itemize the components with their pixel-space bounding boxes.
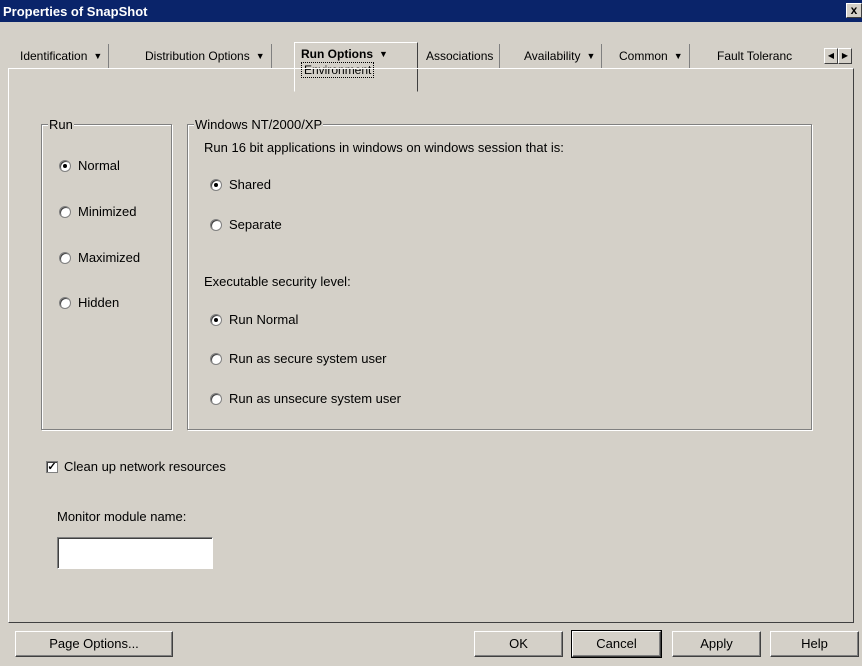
run-normal-radio[interactable]: Normal (59, 158, 120, 173)
radio-indicator[interactable] (210, 178, 222, 191)
run-group: Run Normal Minimized Maximized Hidden (41, 117, 172, 430)
tab-distribution-options[interactable]: Distribution Options ▼ (139, 44, 272, 68)
radio-indicator[interactable] (59, 159, 71, 172)
run-maximized-radio[interactable]: Maximized (59, 250, 140, 265)
radio-indicator[interactable] (210, 392, 222, 405)
tab-label: Run Options (301, 47, 373, 61)
radio-label: Run as secure system user (229, 351, 387, 366)
run-hidden-radio[interactable]: Hidden (59, 295, 119, 310)
radio-indicator[interactable] (210, 218, 222, 231)
tab-fault-tolerance[interactable]: Fault Toleranc (711, 44, 820, 68)
page-options-button[interactable]: Page Options... (15, 631, 173, 657)
security-unsecure-user-radio[interactable]: Run as unsecure system user (210, 391, 401, 406)
radio-label: Separate (229, 217, 282, 232)
session-prompt: Run 16 bit applications in windows on wi… (204, 140, 564, 155)
radio-label: Hidden (78, 295, 120, 310)
chevron-down-icon[interactable]: ▼ (379, 49, 388, 59)
chevron-down-icon[interactable]: ▼ (93, 51, 102, 61)
chevron-down-icon[interactable]: ▼ (586, 51, 595, 61)
help-button[interactable]: Help (770, 631, 859, 657)
session-separate-radio[interactable]: Separate (210, 217, 282, 232)
radio-label: Shared (229, 177, 271, 192)
tab-label: Identification (20, 49, 88, 63)
monitor-module-label: Monitor module name: (57, 509, 187, 524)
radio-indicator[interactable] (210, 313, 222, 326)
chevron-down-icon[interactable]: ▼ (674, 51, 683, 61)
session-shared-radio[interactable]: Shared (210, 177, 271, 192)
title-bar: Properties of SnapShot x (0, 0, 862, 22)
tab-identification[interactable]: Identification ▼ (14, 44, 110, 68)
monitor-module-input[interactable] (57, 537, 213, 569)
radio-indicator[interactable] (59, 296, 71, 309)
radio-label: Maximized (78, 250, 141, 265)
tab-common[interactable]: Common ▼ (613, 44, 690, 68)
tab-label: Fault Toleranc (717, 49, 793, 63)
tab-associations[interactable]: Associations (420, 44, 501, 68)
ok-button[interactable]: OK (474, 631, 563, 657)
radio-label: Run as unsecure system user (229, 391, 401, 406)
tab-label: Common (619, 49, 668, 63)
run-minimized-radio[interactable]: Minimized (59, 204, 137, 219)
tab-label: Associations (426, 49, 494, 63)
cleanup-network-checkbox[interactable]: ✓ Clean up network resources (46, 459, 226, 474)
security-run-normal-radio[interactable]: Run Normal (210, 312, 298, 327)
cancel-button[interactable]: Cancel (571, 630, 662, 658)
chevron-down-icon[interactable]: ▼ (256, 51, 265, 61)
tab-scroll-left-icon[interactable]: ◀ (824, 48, 838, 64)
radio-indicator[interactable] (210, 352, 222, 365)
tab-label: Availability (524, 49, 581, 63)
close-icon[interactable]: x (846, 3, 862, 18)
radio-label: Normal (78, 158, 120, 173)
radio-label: Run Normal (229, 312, 299, 327)
security-prompt: Executable security level: (204, 274, 351, 289)
security-secure-user-radio[interactable]: Run as secure system user (210, 351, 387, 366)
radio-label: Minimized (78, 204, 137, 219)
apply-button[interactable]: Apply (672, 631, 761, 657)
tab-availability[interactable]: Availability ▼ (518, 44, 603, 68)
windows-nt-group: Windows NT/2000/XP Run 16 bit applicatio… (187, 117, 812, 430)
tab-label: Distribution Options (145, 49, 250, 63)
checkbox-label: Clean up network resources (64, 459, 226, 474)
window-title: Properties of SnapShot (3, 3, 148, 19)
radio-indicator[interactable] (59, 205, 71, 218)
run-group-legend: Run (48, 117, 74, 132)
tab-strip: Identification ▼ Distribution Options ▼ Ru… (14, 42, 862, 92)
checkbox-indicator[interactable]: ✓ (46, 460, 58, 473)
radio-indicator[interactable] (59, 251, 71, 264)
tab-scroll-right-icon[interactable]: ▶ (838, 48, 852, 64)
windows-group-legend: Windows NT/2000/XP (194, 117, 324, 132)
